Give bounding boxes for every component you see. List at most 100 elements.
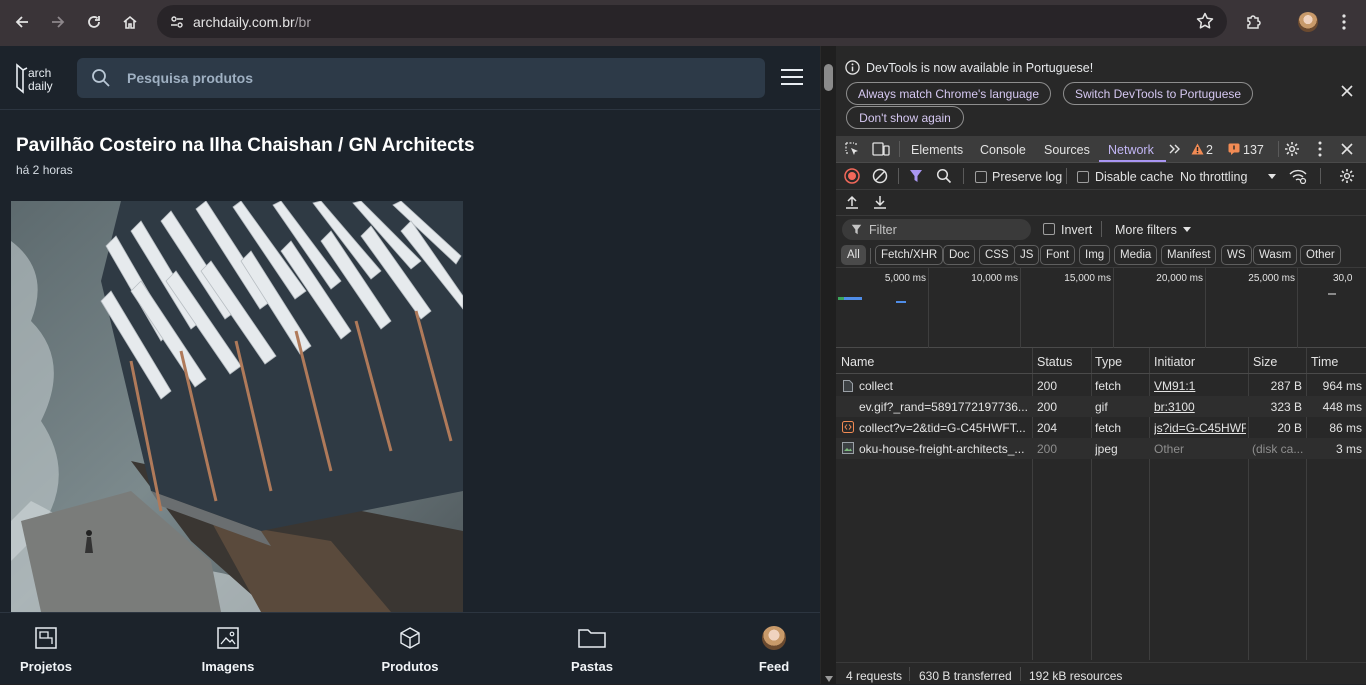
- col-initiator[interactable]: Initiator: [1154, 355, 1195, 369]
- type-manifest[interactable]: Manifest: [1161, 245, 1217, 265]
- close-icon[interactable]: [1341, 85, 1353, 97]
- menu-button[interactable]: [780, 68, 804, 86]
- type-doc[interactable]: Doc: [943, 245, 976, 265]
- preserve-log-label: Preserve log: [992, 170, 1063, 184]
- throttling-select[interactable]: No throttling: [1180, 170, 1247, 184]
- request-initiator[interactable]: VM91:1: [1154, 379, 1246, 393]
- chevron-down-icon[interactable]: [1268, 174, 1276, 179]
- tab-console[interactable]: Console: [980, 143, 1026, 157]
- request-time: 448 ms: [1322, 400, 1362, 414]
- inspect-element-icon[interactable]: [844, 141, 860, 157]
- type-js[interactable]: JS: [1014, 245, 1040, 265]
- request-status: 200: [1037, 442, 1058, 456]
- request-status: 204: [1037, 421, 1058, 435]
- devtools-panel: DevTools is now available in Portuguese!…: [836, 46, 1366, 684]
- import-har-icon[interactable]: [845, 195, 859, 210]
- star-icon: [1196, 12, 1214, 29]
- table-row[interactable]: oku-house-freight-architects_... 200 jpe…: [836, 438, 1366, 459]
- type-img[interactable]: Img: [1079, 245, 1111, 265]
- network-summary-bar: 4 requests 630 B transferred 192 kB reso…: [836, 662, 1366, 684]
- table-row[interactable]: collect?v=2&tid=G-C45HWFT... 204 fetch j…: [836, 417, 1366, 438]
- request-initiator[interactable]: js?id=G-C45HWFT: [1154, 421, 1246, 435]
- network-conditions-icon[interactable]: [1289, 168, 1307, 184]
- table-row[interactable]: collect 200 fetch VM91:1 287 B 964 ms: [836, 375, 1366, 396]
- scrollbar-thumb[interactable]: [824, 64, 833, 91]
- request-name: collect?v=2&tid=G-C45HWFT...: [859, 421, 1026, 435]
- issues-icon[interactable]: [1228, 143, 1240, 155]
- search-bar[interactable]: [77, 58, 765, 98]
- col-size[interactable]: Size: [1253, 355, 1277, 369]
- col-type[interactable]: Type: [1095, 355, 1122, 369]
- preserve-log-checkbox[interactable]: [975, 171, 987, 183]
- type-fetch-xhr[interactable]: Fetch/XHR: [875, 245, 944, 265]
- nav-projetos[interactable]: Projetos: [0, 613, 92, 685]
- filter-icon[interactable]: [909, 169, 923, 183]
- invert-checkbox[interactable]: [1043, 223, 1055, 235]
- info-icon: [845, 60, 860, 75]
- nav-feed[interactable]: Feed: [728, 613, 820, 685]
- page-scrollbar[interactable]: [820, 46, 836, 684]
- col-status[interactable]: Status: [1037, 355, 1072, 369]
- archdaily-logo[interactable]: arch daily: [14, 61, 62, 95]
- tab-elements[interactable]: Elements: [911, 143, 963, 157]
- profile-button[interactable]: [1294, 8, 1322, 36]
- url-host: archdaily.com.br: [193, 14, 295, 30]
- nav-produtos[interactable]: Produtos: [364, 613, 456, 685]
- url-text: archdaily.com.br/br: [193, 14, 311, 30]
- type-css[interactable]: CSS: [979, 245, 1015, 265]
- request-size: 323 B: [1270, 400, 1302, 414]
- network-settings-gear-icon[interactable]: [1339, 168, 1355, 184]
- warning-count[interactable]: 2: [1206, 143, 1213, 157]
- warning-icon[interactable]: [1191, 143, 1204, 155]
- chevron-down-icon[interactable]: [1183, 227, 1191, 232]
- col-time[interactable]: Time: [1311, 355, 1338, 369]
- site-info-button[interactable]: [165, 10, 189, 34]
- more-filters-button[interactable]: More filters: [1115, 223, 1177, 237]
- chrome-menu-button[interactable]: [1330, 8, 1358, 36]
- type-other[interactable]: Other: [1300, 245, 1341, 265]
- scroll-down-icon[interactable]: [825, 676, 833, 682]
- more-tabs-icon[interactable]: [1169, 144, 1181, 154]
- tab-sources[interactable]: Sources: [1044, 143, 1090, 157]
- nav-imagens[interactable]: Imagens: [182, 613, 274, 685]
- site-header: arch daily: [0, 46, 820, 110]
- bookmark-button[interactable]: [1195, 11, 1215, 31]
- article-title[interactable]: Pavilhão Costeiro na Ilha Chaishan / GN …: [16, 135, 475, 157]
- home-button[interactable]: [116, 8, 144, 36]
- device-toolbar-icon[interactable]: [872, 141, 890, 157]
- type-font[interactable]: Font: [1040, 245, 1076, 265]
- filter-input[interactable]: Filter: [842, 219, 1031, 240]
- clear-icon[interactable]: [872, 168, 888, 184]
- type-media[interactable]: Media: [1114, 245, 1158, 265]
- close-devtools-icon[interactable]: [1341, 143, 1353, 155]
- record-icon[interactable]: [844, 168, 860, 184]
- dont-show-again-button[interactable]: Don't show again: [846, 106, 964, 129]
- issue-count[interactable]: 137: [1243, 143, 1264, 157]
- article-photo[interactable]: [11, 201, 463, 612]
- back-button[interactable]: [8, 8, 36, 36]
- switch-portuguese-button[interactable]: Switch DevTools to Portuguese: [1063, 82, 1253, 105]
- request-size: 287 B: [1270, 379, 1302, 393]
- disable-cache-checkbox[interactable]: [1077, 171, 1089, 183]
- export-har-icon[interactable]: [873, 195, 887, 210]
- type-wasm[interactable]: Wasm: [1253, 245, 1298, 265]
- table-row[interactable]: ev.gif?_rand=5891772197736... 200 gif br…: [836, 396, 1366, 417]
- request-initiator[interactable]: br:3100: [1154, 400, 1246, 414]
- type-all[interactable]: All: [841, 245, 866, 265]
- address-bar[interactable]: archdaily.com.br/br: [157, 5, 1227, 38]
- search-input[interactable]: [127, 58, 727, 98]
- network-overview-timeline[interactable]: 5,000 ms 10,000 ms 15,000 ms 20,000 ms 2…: [836, 268, 1366, 348]
- nav-feed-label: Feed: [758, 659, 790, 674]
- svg-text:arch: arch: [28, 66, 51, 80]
- extensions-button[interactable]: [1240, 8, 1268, 36]
- type-ws[interactable]: WS: [1221, 245, 1252, 265]
- forward-button[interactable]: [44, 8, 72, 36]
- nav-pastas[interactable]: Pastas: [546, 613, 638, 685]
- search-icon[interactable]: [936, 168, 952, 184]
- reload-button[interactable]: [80, 8, 108, 36]
- match-language-button[interactable]: Always match Chrome's language: [846, 82, 1051, 105]
- gear-icon[interactable]: [1284, 141, 1300, 157]
- col-name[interactable]: Name: [841, 355, 874, 369]
- tab-network[interactable]: Network: [1108, 143, 1154, 157]
- kebab-menu-icon[interactable]: [1318, 141, 1322, 157]
